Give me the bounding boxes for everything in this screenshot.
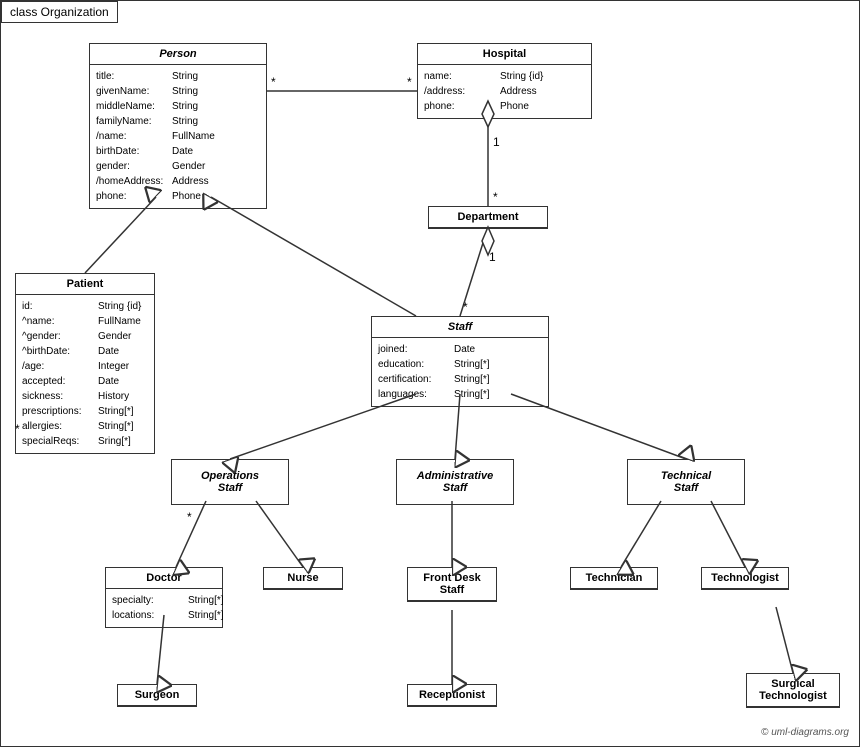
- technologist-title: Technologist: [702, 568, 788, 589]
- class-front-desk-staff: Front DeskStaff: [407, 567, 497, 602]
- operations-staff-title: OperationsStaff: [176, 466, 284, 498]
- department-title: Department: [429, 207, 547, 228]
- nurse-title: Nurse: [264, 568, 342, 589]
- class-technician: Technician: [570, 567, 658, 590]
- technician-title: Technician: [571, 568, 657, 589]
- staff-title: Staff: [372, 317, 548, 338]
- svg-text:1: 1: [493, 135, 500, 149]
- svg-text:*: *: [271, 75, 276, 89]
- doctor-attrs: specialty:String[*] locations:String[*]: [106, 589, 222, 627]
- class-technologist: Technologist: [701, 567, 789, 590]
- person-title: Person: [90, 44, 266, 65]
- diagram-container: class Organization Person title:String g…: [0, 0, 860, 747]
- class-department: Department: [428, 206, 548, 229]
- class-patient: Patient id:String {id} ^name:FullName ^g…: [15, 273, 155, 454]
- front-desk-title: Front DeskStaff: [408, 568, 496, 601]
- class-administrative-staff: AdministrativeStaff: [396, 459, 514, 505]
- class-operations-staff: OperationsStaff: [171, 459, 289, 505]
- class-surgical-technologist: SurgicalTechnologist: [746, 673, 840, 708]
- person-attrs: title:String givenName:String middleName…: [90, 65, 266, 208]
- svg-text:1: 1: [489, 250, 496, 264]
- class-technical-staff: TechnicalStaff: [627, 459, 745, 505]
- hospital-attrs: name:String {id} /address:Address phone:…: [418, 65, 591, 118]
- administrative-staff-title: AdministrativeStaff: [401, 466, 509, 498]
- class-receptionist: Receptionist: [407, 684, 497, 707]
- diagram-title: class Organization: [1, 1, 118, 23]
- class-hospital: Hospital name:String {id} /address:Addre…: [417, 43, 592, 119]
- class-nurse: Nurse: [263, 567, 343, 590]
- surgical-technologist-title: SurgicalTechnologist: [747, 674, 839, 707]
- receptionist-title: Receptionist: [408, 685, 496, 706]
- surgeon-title: Surgeon: [118, 685, 196, 706]
- technical-staff-title: TechnicalStaff: [632, 466, 740, 498]
- doctor-title: Doctor: [106, 568, 222, 589]
- svg-text:*: *: [407, 75, 412, 89]
- svg-text:*: *: [493, 190, 498, 204]
- svg-text:*: *: [187, 510, 192, 524]
- class-surgeon: Surgeon: [117, 684, 197, 707]
- patient-attrs: id:String {id} ^name:FullName ^gender:Ge…: [16, 295, 154, 453]
- class-person: Person title:String givenName:String mid…: [89, 43, 267, 209]
- class-staff: Staff joined:Date education:String[*] ce…: [371, 316, 549, 407]
- staff-attrs: joined:Date education:String[*] certific…: [372, 338, 548, 406]
- class-doctor: Doctor specialty:String[*] locations:Str…: [105, 567, 223, 628]
- svg-text:*: *: [463, 300, 468, 314]
- copyright: © uml-diagrams.org: [761, 727, 849, 738]
- patient-title: Patient: [16, 274, 154, 295]
- hospital-title: Hospital: [418, 44, 591, 65]
